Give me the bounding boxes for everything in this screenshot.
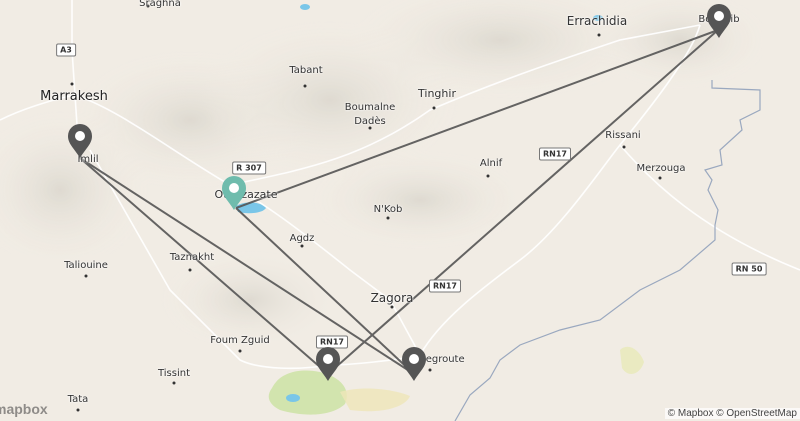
town-label-rissani: Rissani	[605, 130, 641, 141]
town-label-marrakesh: Marrakesh	[40, 89, 108, 104]
town-label-sraghna: Sraghna	[139, 0, 181, 9]
town-label-taznakht: Taznakht	[169, 252, 215, 263]
town-label-nkob: N'Kob	[373, 204, 403, 215]
dune-area	[340, 388, 410, 412]
town-dot	[432, 106, 436, 110]
town-label-imlil: Imlil	[77, 154, 99, 165]
town-label-boumalne: Boumalne Dadès	[344, 102, 396, 127]
town-label-agdz: Agdz	[289, 233, 315, 244]
town-label-alnif: Alnif	[479, 158, 503, 169]
town-dot	[658, 176, 662, 180]
road-shield-a3: A3	[56, 43, 76, 57]
town-label-foum-zguid: Foum Zguid	[210, 335, 270, 346]
town-label-tissint: Tissint	[157, 368, 191, 379]
mapbox-logo[interactable]: mapbox	[0, 401, 48, 417]
town-dot	[486, 174, 490, 178]
map-attribution[interactable]: © Mapbox © OpenStreetMap	[664, 408, 800, 419]
town-label-zagora: Zagora	[370, 291, 414, 305]
town-label-tata: Tata	[67, 394, 89, 405]
town-dot	[172, 381, 176, 385]
town-label-tabant: Tabant	[289, 65, 323, 76]
town-dot	[622, 145, 626, 149]
road-shield-rn17: RN17	[539, 147, 571, 161]
town-label-tinghir: Tinghir	[418, 87, 456, 100]
road-shield-r307: R 307	[232, 161, 266, 175]
town-dot	[188, 268, 192, 272]
town-dot	[386, 216, 390, 220]
town-label-tamegroute: Tamegroute	[405, 354, 465, 365]
town-dot	[84, 274, 88, 278]
road-shield-rn17: RN17	[316, 335, 348, 349]
town-dot	[390, 305, 394, 309]
town-label-boudnib: Boudnib	[698, 14, 740, 25]
town-dot	[303, 84, 307, 88]
town-label-errachidia: Errachidia	[566, 14, 628, 28]
park-area	[268, 370, 347, 415]
lake-3	[300, 4, 310, 10]
town-label-taliouine: Taliouine	[64, 260, 108, 271]
town-dot	[70, 82, 74, 86]
town-label-merzouga: Merzouga	[636, 163, 686, 174]
lake-2	[286, 394, 300, 402]
road-shield-rn17: RN17	[429, 279, 461, 293]
map-view[interactable]: Sraghna Errachidia Boudnib Marrakesh Tab…	[0, 0, 800, 421]
town-dot	[238, 349, 242, 353]
road-shield-rn50: RN 50	[731, 262, 767, 276]
town-dot	[76, 408, 80, 412]
town-dot	[428, 368, 432, 372]
town-dot	[597, 33, 601, 37]
town-label-ouarzazate: Ouarzazate	[214, 188, 278, 201]
park-area-2	[620, 346, 644, 374]
town-dot	[300, 244, 304, 248]
